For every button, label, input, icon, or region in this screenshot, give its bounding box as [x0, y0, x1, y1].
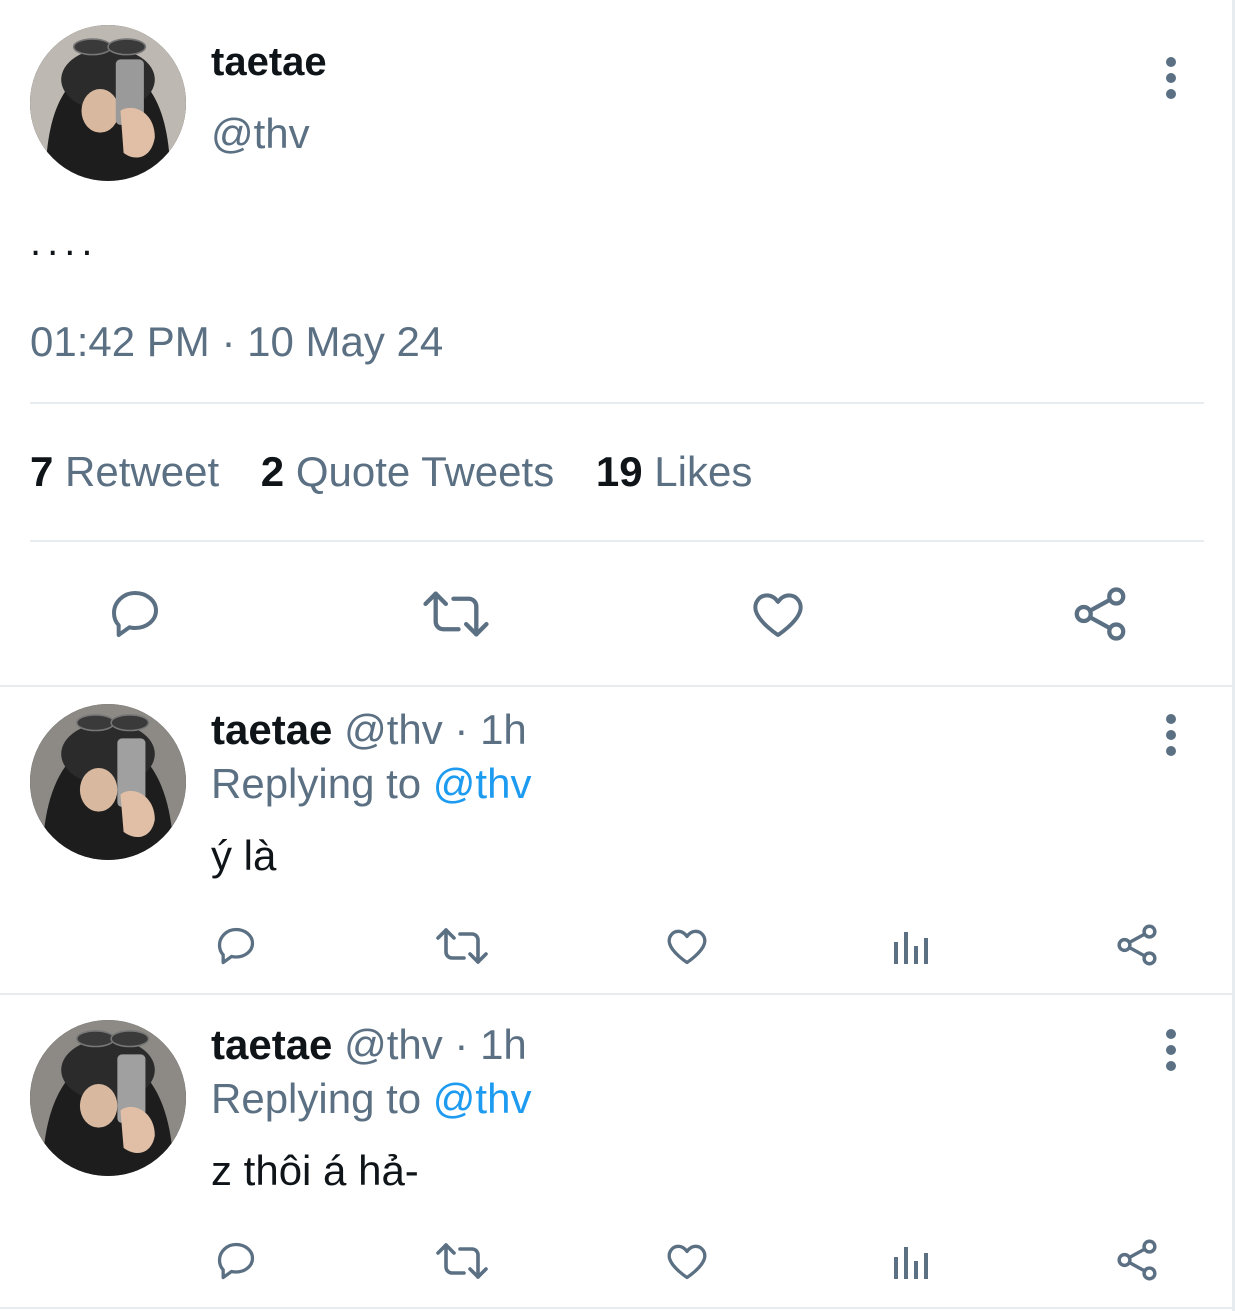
- display-name[interactable]: taetae: [211, 706, 332, 753]
- like-count: 19: [595, 448, 643, 495]
- handle-and-time: @thv · 1h: [344, 706, 527, 753]
- retweet-icon[interactable]: [436, 1239, 488, 1283]
- analytics-icon[interactable]: [892, 926, 932, 966]
- like-icon[interactable]: [664, 924, 710, 968]
- like-icon[interactable]: [749, 586, 807, 642]
- replying-prefix: Replying to: [211, 1075, 422, 1122]
- retweet-icon[interactable]: [423, 586, 489, 642]
- more-options-icon[interactable]: [1165, 1029, 1177, 1071]
- avatar[interactable]: [30, 1020, 186, 1176]
- divider: [0, 1307, 1235, 1309]
- replying-to: Replying to @thv: [211, 1075, 531, 1123]
- tweet-timestamp: 01:42 PM · 10 May 24: [30, 318, 444, 365]
- retweet-count: 7: [30, 448, 54, 495]
- reply-text: ý là: [211, 832, 277, 879]
- display-name[interactable]: taetae: [211, 40, 327, 85]
- tweet-text: ....: [30, 220, 99, 264]
- retweet-icon[interactable]: [436, 924, 488, 968]
- reply-text: z thôi á hả-: [211, 1147, 419, 1194]
- replying-handle-link[interactable]: @thv: [433, 1075, 532, 1122]
- retweet-label: Retweet: [65, 448, 220, 495]
- divider: [30, 540, 1204, 542]
- reply-header: taetae @thv · 1h: [211, 1021, 527, 1069]
- handle[interactable]: @thv: [211, 110, 310, 158]
- divider: [30, 402, 1204, 404]
- replying-handle-link[interactable]: @thv: [433, 760, 532, 807]
- divider: [0, 685, 1235, 687]
- replying-to: Replying to @thv: [211, 760, 531, 808]
- share-icon[interactable]: [1114, 922, 1160, 968]
- retweets-stat[interactable]: 7 Retweet: [30, 448, 231, 495]
- reply-icon[interactable]: [106, 586, 164, 642]
- replying-prefix: Replying to: [211, 760, 422, 807]
- reply-icon[interactable]: [214, 1239, 258, 1283]
- share-icon[interactable]: [1070, 584, 1130, 644]
- display-name[interactable]: taetae: [211, 1021, 332, 1068]
- like-label: Likes: [654, 448, 753, 495]
- like-icon[interactable]: [664, 1239, 710, 1283]
- avatar[interactable]: [30, 704, 186, 860]
- divider: [0, 993, 1235, 995]
- analytics-icon[interactable]: [892, 1241, 932, 1281]
- reply-icon[interactable]: [214, 924, 258, 968]
- reply-header: taetae @thv · 1h: [211, 706, 527, 754]
- avatar[interactable]: [30, 25, 186, 181]
- more-options-icon[interactable]: [1165, 714, 1177, 756]
- quote-label: Quote Tweets: [295, 448, 555, 495]
- tweet-stats: 7 Retweet 2 Quote Tweets 19 Likes: [30, 448, 752, 496]
- share-icon[interactable]: [1114, 1237, 1160, 1283]
- likes-stat[interactable]: 19 Likes: [596, 448, 752, 495]
- handle-and-time: @thv · 1h: [344, 1021, 527, 1068]
- quote-count: 2: [260, 448, 285, 495]
- more-options-icon[interactable]: [1165, 57, 1177, 99]
- quotes-stat[interactable]: 2 Quote Tweets: [261, 448, 566, 495]
